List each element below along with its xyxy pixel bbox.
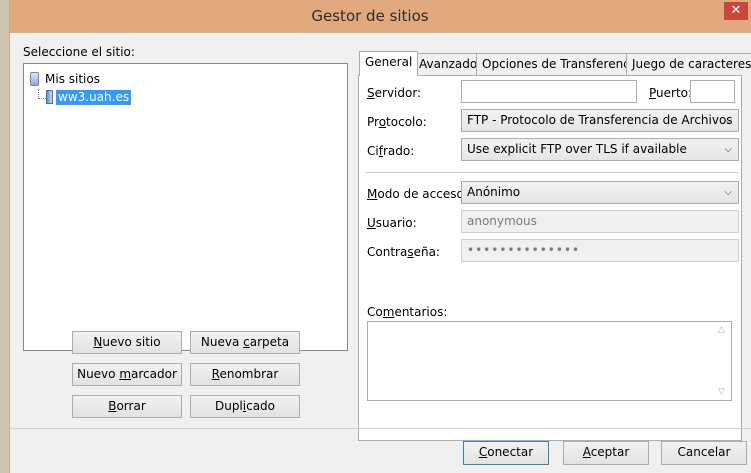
tab-transfer-options[interactable]: Opciones de Transferencia [476, 53, 647, 75]
form-separator [366, 172, 738, 173]
protocol-select[interactable]: FTP - Protocolo de Transferencia de Arch… [461, 109, 739, 132]
dialog-body: Seleccione el sitio: Mis sitios ww3.uah.… [10, 33, 751, 473]
encryption-label: Cifrado: [367, 144, 415, 158]
desktop-strip [0, 0, 9, 473]
rename-button[interactable]: Renombrar [190, 363, 300, 386]
new-folder-button[interactable]: Nueva carpeta [190, 331, 300, 354]
port-label: Puerto: [649, 86, 693, 100]
chevron-down-icon: ⌵ [724, 115, 732, 126]
new-site-button[interactable]: Nuevo sitio [72, 331, 182, 354]
chevron-down-icon: ⌵ [724, 144, 732, 155]
chevron-down-icon: ⌵ [724, 187, 732, 198]
user-label: Usuario: [367, 216, 417, 230]
server-input[interactable] [461, 80, 637, 103]
server-label: Servidor: [367, 86, 422, 100]
title-bar: Gestor de sitios ✕ [10, 0, 751, 33]
tree-root-label: Mis sitios [45, 72, 100, 86]
scroll-up-icon[interactable]: △ [718, 325, 725, 335]
protocol-label: Protocolo: [367, 115, 427, 129]
footer-separator [10, 428, 751, 429]
window-title: Gestor de sitios [311, 7, 429, 25]
comments-scrollbar[interactable]: △ ▽ [715, 322, 731, 400]
duplicate-button[interactable]: Duplicado [190, 395, 300, 418]
comments-label: Comentarios: [367, 305, 448, 319]
site-manager-window: Gestor de sitios ✕ Seleccione el sitio: … [9, 0, 751, 473]
new-bookmark-button[interactable]: Nuevo marcador [72, 363, 182, 386]
connect-button[interactable]: Conectar [463, 441, 549, 465]
site-select-label: Seleccione el sitio: [23, 45, 135, 59]
access-mode-label: Modo de acceso: [367, 187, 468, 201]
comments-text [368, 322, 731, 328]
server-icon [46, 90, 53, 104]
tree-item-root[interactable]: Mis sitios [30, 71, 100, 87]
password-label: Contraseña: [367, 245, 440, 259]
cancel-button[interactable]: Cancelar [661, 441, 747, 465]
delete-button[interactable]: Borrar [72, 395, 182, 418]
password-input: •••••••••••••• [461, 239, 739, 262]
close-button[interactable]: ✕ [724, 2, 748, 20]
site-tree[interactable]: Mis sitios ww3.uah.es [23, 63, 348, 351]
tab-charset[interactable]: Juego de caracteres [626, 53, 751, 75]
accept-button[interactable]: Aceptar [563, 441, 649, 465]
selected-site-label: ww3.uah.es [56, 89, 132, 105]
site-root-icon [30, 72, 39, 86]
port-input[interactable] [690, 80, 735, 103]
comments-textarea[interactable]: △ ▽ [367, 321, 732, 401]
tree-item-site[interactable]: ww3.uah.es [46, 89, 132, 105]
tab-advanced[interactable]: Avanzado [413, 53, 484, 75]
user-input: anonymous [461, 210, 739, 233]
tab-general[interactable]: General [359, 51, 419, 76]
encryption-select[interactable]: Use explicit FTP over TLS if available ⌵ [461, 138, 739, 161]
access-mode-select[interactable]: Anónimo ⌵ [461, 181, 739, 204]
scroll-down-icon[interactable]: ▽ [718, 387, 725, 397]
